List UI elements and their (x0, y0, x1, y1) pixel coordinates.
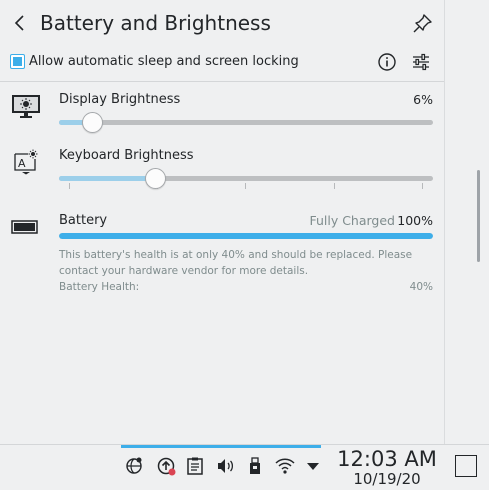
inhibit-sleep-label[interactable]: Allow automatic sleep and screen locking (29, 53, 299, 70)
clock-time[interactable]: 12:03 AM (332, 447, 442, 471)
battery-percent: 100% (397, 213, 433, 228)
expand-tray-icon[interactable] (302, 455, 324, 477)
display-brightness-label: Display Brightness (59, 92, 181, 107)
slider-tick (69, 183, 70, 189)
display-brightness-slider[interactable] (59, 120, 433, 125)
svg-text:A: A (18, 157, 26, 170)
wifi-icon[interactable] (274, 455, 296, 477)
monitor-brightness-icon (12, 95, 40, 118)
battery-label: Battery (59, 213, 108, 228)
display-brightness-handle[interactable] (81, 112, 103, 133)
battery-health-warning: This battery's health is at only 40% and… (59, 249, 413, 277)
keyboard-brightness-fill (59, 176, 157, 181)
battery-health-label: Battery Health: (59, 281, 140, 293)
keyboard-brightness-label: Keyboard Brightness (59, 148, 194, 163)
battery-status: Fully Charged (309, 213, 395, 228)
updates-icon[interactable] (155, 455, 177, 477)
pin-icon[interactable] (410, 10, 436, 36)
battery-charge-bar (59, 233, 433, 239)
volume-icon[interactable] (214, 455, 236, 477)
usb-device-icon[interactable] (244, 455, 266, 477)
inhibit-sleep-checkbox[interactable] (10, 54, 25, 69)
desktop-edge (444, 0, 489, 444)
page-title: Battery and Brightness (40, 11, 271, 35)
popup-header: Battery and Brightness Allow automatic s… (0, 0, 444, 82)
back-arrow-icon[interactable] (8, 10, 34, 36)
clipboard-icon[interactable] (184, 455, 206, 477)
active-applet-indicator (121, 445, 321, 448)
display-brightness-percent: 6% (413, 92, 433, 107)
slider-tick (245, 183, 246, 189)
show-desktop-button[interactable] (455, 455, 477, 477)
battery-health-value: 40% (409, 281, 433, 293)
checkbox-checked-mark (13, 57, 22, 66)
scrollbar[interactable] (477, 170, 480, 262)
clock-date[interactable]: 10/19/20 (332, 470, 442, 489)
keyboard-brightness-slider[interactable] (59, 176, 433, 181)
configure-icon[interactable] (410, 51, 432, 73)
battery-icon (11, 220, 38, 234)
battery-brightness-popup: Battery and Brightness Allow automatic s… (0, 0, 444, 444)
slider-tick (334, 183, 335, 189)
keyboard-brightness-handle[interactable] (145, 168, 167, 189)
battery-charge-fill (59, 233, 433, 239)
kde-connect-icon[interactable] (123, 455, 145, 477)
info-icon[interactable] (376, 51, 398, 73)
keyboard-brightness-icon: A (14, 149, 38, 175)
slider-tick (422, 183, 423, 189)
